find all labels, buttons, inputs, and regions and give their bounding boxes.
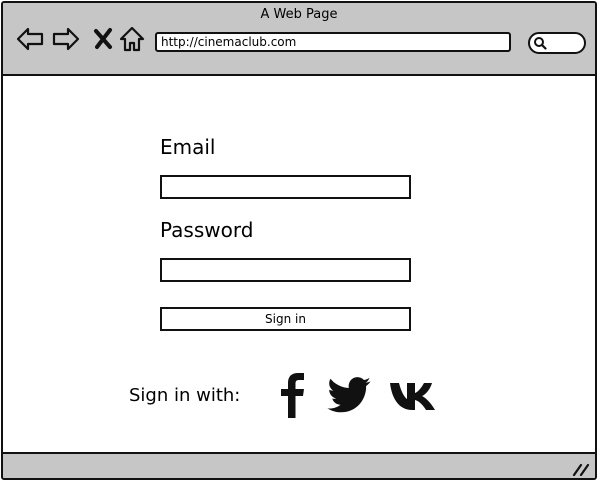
vk-icon[interactable] xyxy=(389,380,439,412)
browser-window: A Web Page http://cinemaclub.com Email P… xyxy=(1,1,597,480)
search-icon xyxy=(534,37,547,50)
password-label: Password xyxy=(160,218,254,242)
search-box[interactable] xyxy=(528,32,586,54)
email-label: Email xyxy=(160,135,216,159)
status-bar xyxy=(3,452,595,478)
sign-in-with-label: Sign in with: xyxy=(129,385,241,406)
browser-toolbar: A Web Page http://cinemaclub.com xyxy=(3,3,595,76)
sign-in-button[interactable]: Sign in xyxy=(160,307,411,331)
twitter-icon[interactable] xyxy=(327,377,371,413)
email-field[interactable] xyxy=(160,175,411,199)
back-arrow-icon[interactable] xyxy=(16,25,44,53)
resize-grip-icon[interactable] xyxy=(572,462,590,476)
password-field[interactable] xyxy=(160,258,411,282)
facebook-icon[interactable] xyxy=(278,372,306,418)
window-title: A Web Page xyxy=(260,7,338,22)
home-icon[interactable] xyxy=(118,25,146,53)
page-content: Email Password Sign in Sign in with: xyxy=(3,76,595,452)
close-x-icon[interactable] xyxy=(90,25,118,53)
address-bar[interactable]: http://cinemaclub.com xyxy=(155,32,511,52)
forward-arrow-icon[interactable] xyxy=(52,25,80,53)
